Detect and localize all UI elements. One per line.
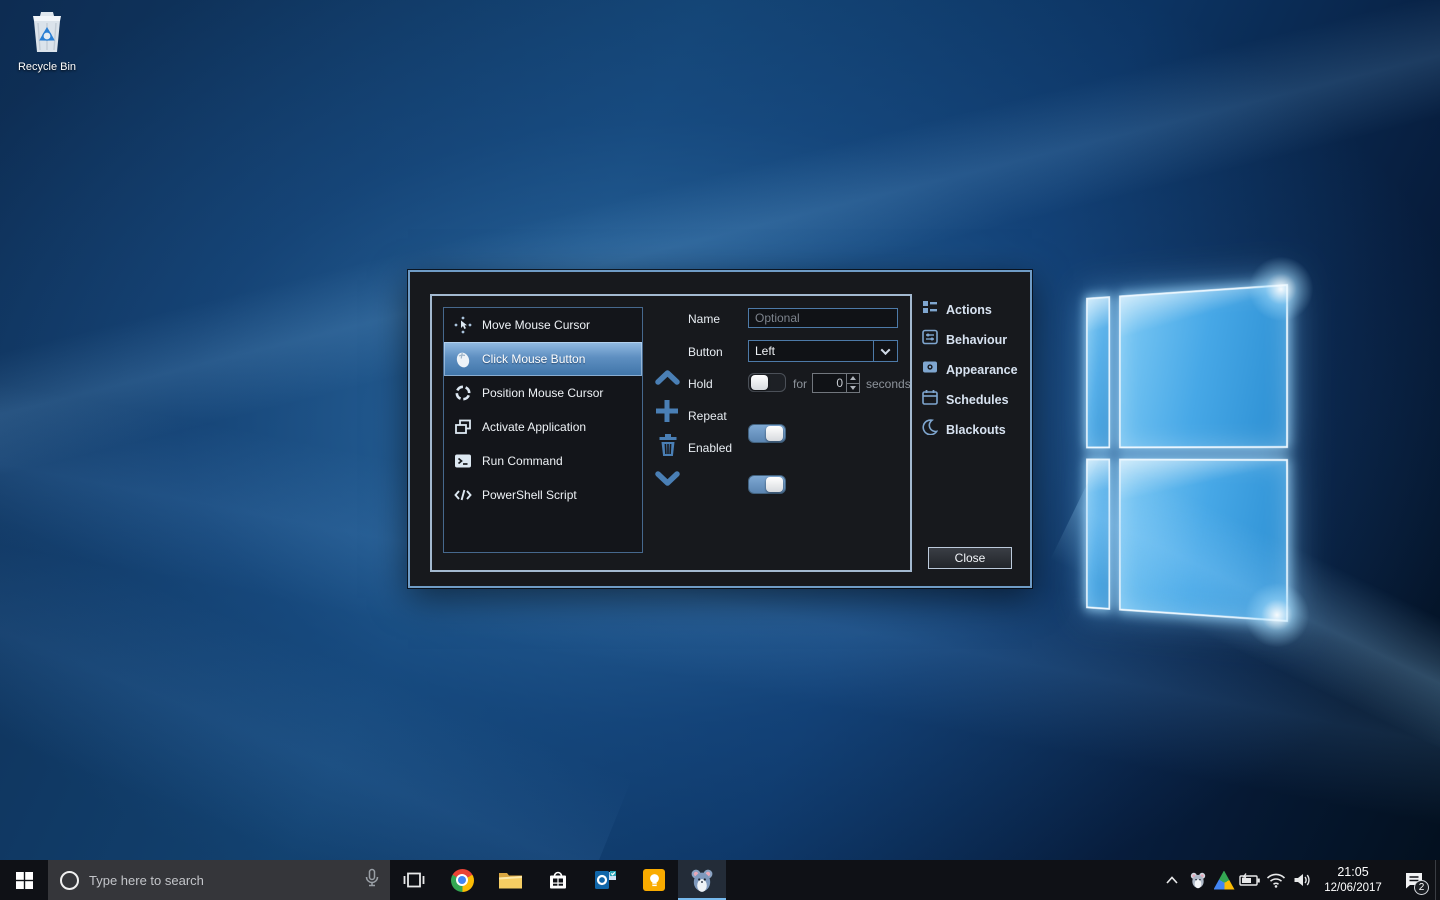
chevron-down-icon[interactable] [873, 341, 897, 361]
hold-toggle[interactable] [748, 373, 786, 392]
behaviour-icon [922, 329, 938, 350]
enabled-label: Enabled [688, 441, 732, 455]
add-icon[interactable] [654, 398, 680, 429]
repeat-label: Repeat [688, 409, 727, 423]
outlook-button[interactable] [582, 860, 630, 900]
taskbar-empty-area [726, 860, 1159, 900]
chrome-button[interactable] [438, 860, 486, 900]
recycle-bin-shortcut[interactable]: Recycle Bin [8, 8, 86, 73]
keep-button[interactable] [630, 860, 678, 900]
blackouts-icon [922, 419, 938, 440]
recycle-bin-icon [8, 8, 86, 59]
click-mouse-button-form: Name Button Left Hold for 0 seconds Rep [432, 296, 910, 570]
move-mouse-icon [689, 867, 715, 893]
recycle-bin-label: Recycle Bin [8, 61, 86, 73]
chrome-icon [451, 869, 474, 892]
hold-seconds-spinner[interactable]: 0 [812, 373, 860, 393]
for-label: for [793, 377, 807, 391]
nav-label: Blackouts [946, 423, 1006, 437]
seconds-label: seconds [866, 377, 910, 391]
close-button[interactable]: Close [928, 547, 1012, 569]
volume-icon[interactable] [1289, 860, 1315, 900]
clock-date: 12/06/2017 [1317, 881, 1389, 895]
delete-icon[interactable] [657, 433, 679, 462]
task-view-icon [402, 868, 426, 892]
hold-label: Hold [688, 377, 713, 391]
taskbar-apps [390, 860, 726, 900]
cortana-ring-icon [60, 871, 79, 890]
nav-item-behaviour[interactable]: Behaviour [922, 330, 1024, 349]
drive-icon[interactable] [1211, 860, 1237, 900]
button-label: Button [688, 345, 723, 359]
task-view-button[interactable] [390, 860, 438, 900]
hero-pane [1086, 296, 1110, 448]
repeat-toggle[interactable] [748, 424, 786, 443]
nav-item-schedules[interactable]: Schedules [922, 390, 1024, 409]
nav-item-actions[interactable]: Actions [922, 300, 1024, 319]
actions-icon [922, 299, 938, 320]
spinner-down-icon[interactable] [847, 384, 859, 393]
file-explorer-icon [498, 870, 523, 891]
nav-label: Appearance [946, 363, 1018, 377]
wifi-icon[interactable] [1263, 860, 1289, 900]
name-label: Name [688, 312, 720, 326]
nav-label: Actions [946, 303, 992, 317]
spinner-buttons [846, 374, 859, 392]
nav-label: Schedules [946, 393, 1009, 407]
action-center-button[interactable]: 2 [1391, 860, 1435, 900]
move-up-icon[interactable] [655, 368, 680, 393]
store-button[interactable] [534, 860, 582, 900]
clock-time: 21:05 [1317, 865, 1389, 881]
system-tray: 21:05 12/06/2017 2 [1159, 860, 1440, 900]
windows-hero-logo [1086, 284, 1288, 622]
microphone-icon[interactable] [364, 868, 380, 893]
move-mouse-tray-icon[interactable] [1185, 860, 1211, 900]
battery-icon[interactable] [1237, 860, 1263, 900]
nav-item-appearance[interactable]: Appearance [922, 360, 1024, 379]
toggle-knob [751, 375, 768, 390]
clock[interactable]: 21:05 12/06/2017 [1315, 865, 1391, 895]
enabled-toggle[interactable] [748, 475, 786, 494]
toggle-knob [766, 426, 783, 441]
taskbar: Type here to search [0, 860, 1440, 900]
tray-chevron-up-icon[interactable] [1159, 860, 1185, 900]
move-mouse-app-button[interactable] [678, 860, 726, 900]
show-desktop-button[interactable] [1435, 860, 1440, 900]
spinner-up-icon[interactable] [847, 374, 859, 384]
start-button[interactable] [0, 860, 48, 900]
windows-logo-icon [16, 872, 33, 889]
light-glint [1244, 252, 1318, 326]
keep-icon [643, 869, 665, 891]
button-select-value: Left [749, 341, 873, 361]
schedules-icon [922, 389, 938, 410]
toggle-knob [766, 477, 783, 492]
action-editor-panel: Move Mouse Cursor Click Mouse Button [430, 294, 912, 572]
outlook-icon [594, 868, 618, 892]
settings-nav: Actions Behaviour Appearanc [922, 300, 1024, 439]
button-select[interactable]: Left [748, 340, 898, 362]
appearance-icon [922, 359, 938, 380]
name-input[interactable] [748, 308, 898, 328]
store-icon [546, 868, 570, 892]
file-explorer-button[interactable] [486, 860, 534, 900]
move-mouse-window: Move Mouse Cursor Click Mouse Button [408, 270, 1032, 588]
search-placeholder: Type here to search [89, 873, 354, 888]
nav-item-blackouts[interactable]: Blackouts [922, 420, 1024, 439]
hold-seconds-value: 0 [813, 374, 846, 392]
light-glint [1240, 578, 1314, 652]
hero-pane [1086, 458, 1110, 610]
move-down-icon[interactable] [655, 468, 680, 493]
nav-label: Behaviour [946, 333, 1007, 347]
search-box[interactable]: Type here to search [48, 860, 390, 900]
notification-badge: 2 [1414, 880, 1429, 895]
